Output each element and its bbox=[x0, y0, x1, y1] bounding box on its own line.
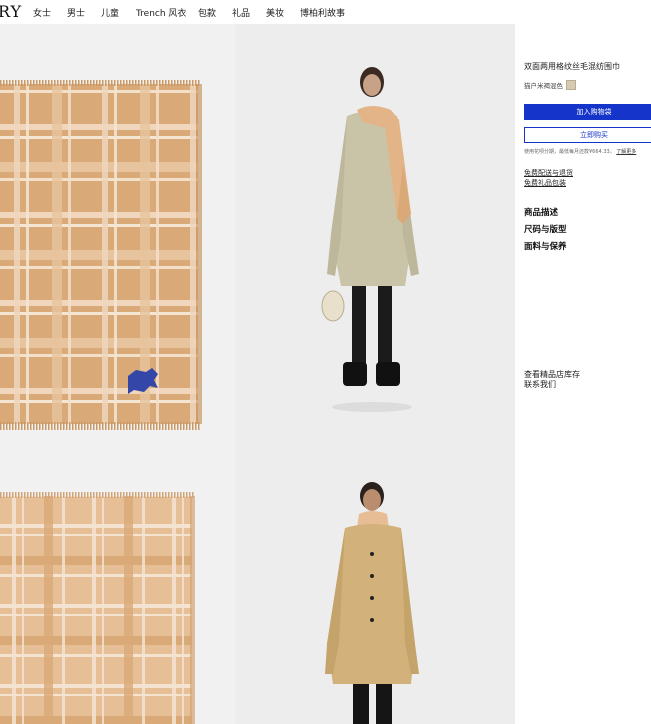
product-image-scarf-flat[interactable] bbox=[0, 24, 235, 434]
free-delivery-link[interactable]: 免费配送与退货 bbox=[524, 168, 573, 178]
nav-item-women[interactable]: 女士 bbox=[33, 6, 51, 19]
nav-item-gifts[interactable]: 礼品 bbox=[232, 6, 250, 19]
buy-now-button[interactable]: 立即购买 bbox=[524, 127, 651, 143]
brand-logo[interactable]: RY bbox=[0, 2, 22, 21]
color-swatch[interactable] bbox=[566, 80, 576, 90]
nav-item-trench[interactable]: Trench 风衣 bbox=[136, 6, 186, 19]
installment-info: 使用花呗分期，最低每月还款¥664.33。 了解更多 bbox=[524, 148, 636, 155]
nav-item-bags[interactable]: 包款 bbox=[198, 6, 216, 19]
installment-learn-more-link[interactable]: 了解更多 bbox=[616, 149, 636, 155]
section-size-fit[interactable]: 尺码与版型 bbox=[524, 223, 567, 235]
nav-item-men[interactable]: 男士 bbox=[67, 6, 85, 19]
section-fabric-care[interactable]: 面料与保养 bbox=[524, 240, 567, 252]
top-nav: RY 女士 男士 儿童 Trench 风衣 包款 礼品 美妆 博柏利故事 bbox=[0, 0, 515, 24]
contact-us-link[interactable]: 联系我们 bbox=[524, 379, 556, 390]
product-image-model-men[interactable] bbox=[235, 434, 515, 724]
product-title: 双面两用格纹丝毛混纺围巾 bbox=[524, 62, 620, 71]
gift-wrap-link[interactable]: 免费礼品包装 bbox=[524, 178, 566, 188]
section-description[interactable]: 商品描述 bbox=[524, 206, 558, 218]
nav-item-kids[interactable]: 儿童 bbox=[101, 6, 119, 19]
nav-item-beauty[interactable]: 美妆 bbox=[266, 6, 284, 19]
color-selector[interactable]: 猫户米褐混色 bbox=[524, 80, 576, 90]
product-image-scarf-detail[interactable] bbox=[0, 434, 235, 724]
product-image-model-women[interactable] bbox=[235, 24, 515, 434]
nav-item-story[interactable]: 博柏利故事 bbox=[300, 6, 345, 19]
product-info-panel: 双面两用格纹丝毛混纺围巾 猫户米褐混色 加入购物袋 立即购买 使用花呗分期，最低… bbox=[515, 0, 651, 724]
add-to-bag-button[interactable]: 加入购物袋 bbox=[524, 104, 651, 120]
installment-text: 使用花呗分期，最低每月还款¥664.33。 bbox=[524, 149, 615, 155]
color-label: 猫户米褐混色 bbox=[524, 82, 563, 90]
